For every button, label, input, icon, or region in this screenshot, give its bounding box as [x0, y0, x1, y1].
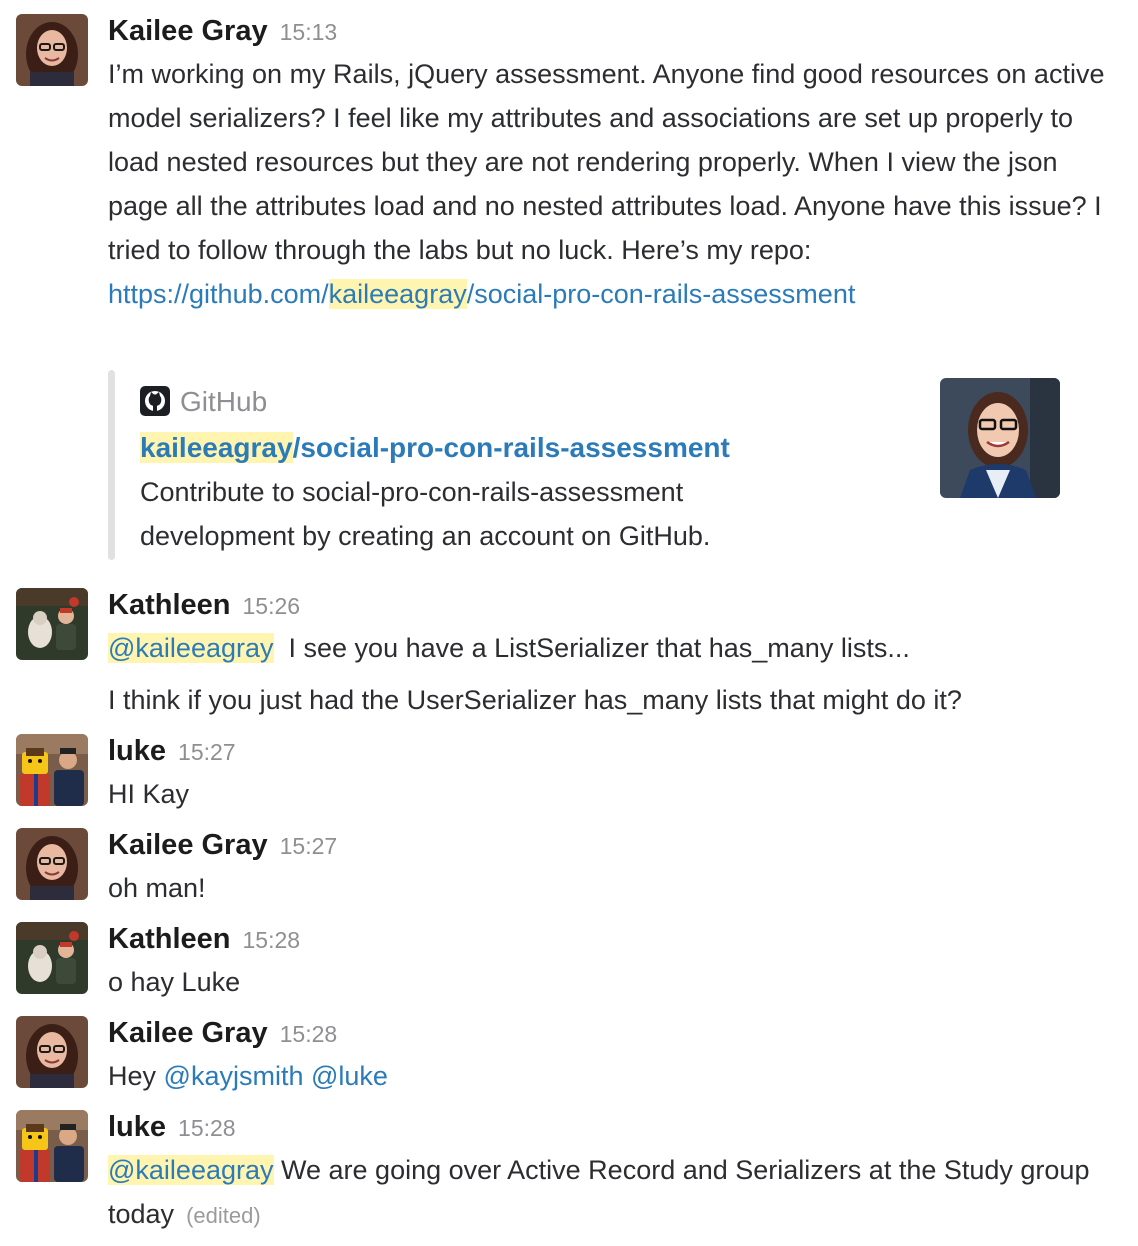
message-text: @kaileeagray We are going over Active Re… — [108, 1148, 1108, 1238]
attachment-title[interactable]: kaileeagray/social-pro-con-rails-assessm… — [140, 428, 730, 468]
timestamp[interactable]: 15:26 — [242, 593, 300, 619]
user-mention[interactable]: @luke — [311, 1061, 388, 1091]
user-mention[interactable]: @kaileeagray — [108, 633, 274, 663]
kailee-avatar[interactable] — [16, 828, 88, 900]
attachment-border — [108, 370, 115, 560]
message-text: o hay Luke — [108, 967, 241, 997]
message-body: Kailee Gray 15:13 I’m working on my Rails… — [108, 10, 1108, 316]
kathleen-avatar[interactable] — [16, 588, 88, 660]
author-name[interactable]: luke — [108, 1111, 166, 1143]
message-line: I see you have a ListSerializer that has… — [288, 633, 910, 663]
author-name[interactable]: Kailee Gray — [108, 1017, 268, 1049]
message-text-body: I’m working on my Rails, jQuery assessme… — [108, 59, 1105, 265]
repo-link[interactable]: https://github.com/kaileeagray/social-pr… — [108, 279, 855, 309]
link-attachment[interactable]: GitHub kaileeagray/social-pro-con-rails-… — [108, 370, 1068, 560]
author-name[interactable]: luke — [108, 735, 166, 767]
timestamp[interactable]: 15:28 — [280, 1021, 338, 1047]
message-text: @kaileeagray I see you have a ListSerial… — [108, 626, 1108, 670]
kathleen-avatar[interactable] — [16, 922, 88, 994]
attachment-service-name: GitHub — [180, 386, 268, 417]
author-name[interactable]: Kathleen — [108, 589, 230, 621]
luke-avatar[interactable] — [16, 1110, 88, 1182]
message-text: I’m working on my Rails, jQuery assessme… — [108, 52, 1108, 316]
message-body: Kathleen 15:28 o hay Luke — [108, 918, 1108, 1004]
message-text: Hey @kayjsmith @luke — [108, 1054, 1108, 1098]
github-icon — [140, 386, 170, 416]
author-name[interactable]: Kailee Gray — [108, 15, 268, 47]
attachment-thumbnail[interactable] — [940, 378, 1060, 498]
attachment-description: Contribute to social-pro-con-rails-asses… — [140, 477, 711, 551]
message-line: I think if you just had the UserSerializ… — [108, 685, 962, 715]
message-text: HI Kay — [108, 779, 190, 809]
author-name[interactable]: Kailee Gray — [108, 829, 268, 861]
message-body: Kathleen 15:26 @kaileeagray I see you hav… — [108, 584, 1108, 722]
attachment-service: GitHub — [140, 382, 267, 422]
message-text: oh man! — [108, 873, 206, 903]
edited-label: (edited) — [186, 1203, 261, 1228]
message-body: Kailee Gray 15:28 Hey @kayjsmith @luke — [108, 1012, 1108, 1098]
timestamp[interactable]: 15:13 — [280, 19, 338, 45]
timestamp[interactable]: 15:28 — [242, 927, 300, 953]
message-body: luke 15:27 HI Kay — [108, 730, 1108, 816]
timestamp[interactable]: 15:27 — [178, 739, 236, 765]
kailee-avatar[interactable] — [16, 14, 88, 86]
message-body: luke 15:28 @kaileeagray We are going over… — [108, 1106, 1108, 1238]
message-body: Kailee Gray 15:27 oh man! — [108, 824, 1108, 910]
luke-avatar[interactable] — [16, 734, 88, 806]
message-prefix: Hey — [108, 1061, 157, 1091]
kailee-avatar[interactable] — [16, 1016, 88, 1088]
author-name[interactable]: Kathleen — [108, 923, 230, 955]
timestamp[interactable]: 15:28 — [178, 1115, 236, 1141]
timestamp[interactable]: 15:27 — [280, 833, 338, 859]
user-mention[interactable]: @kaileeagray — [108, 1155, 274, 1185]
user-mention[interactable]: @kayjsmith — [164, 1061, 304, 1091]
